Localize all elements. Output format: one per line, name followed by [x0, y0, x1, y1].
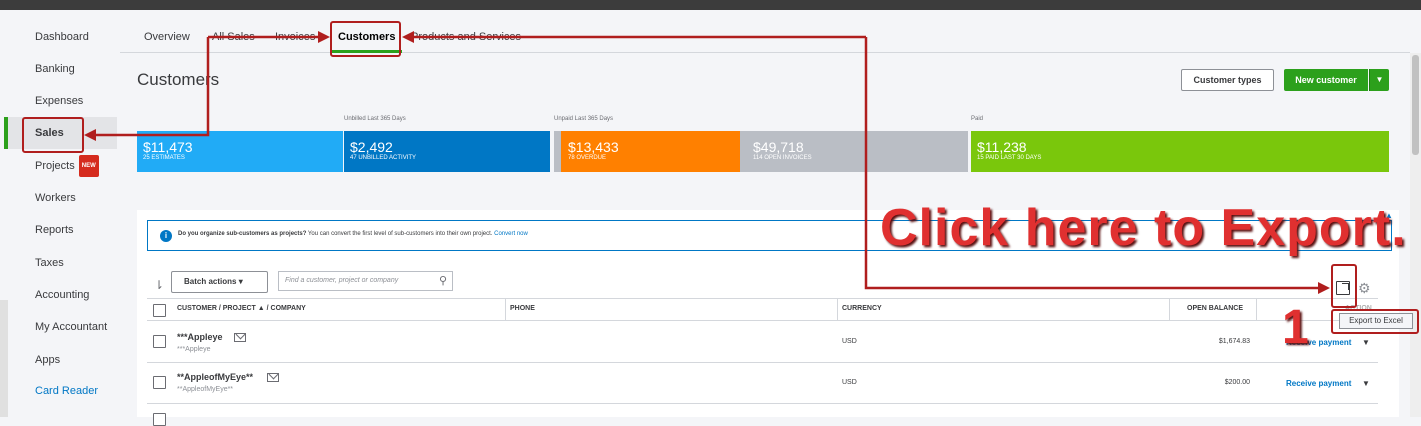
arrowhead-customers-right: [402, 31, 414, 43]
arrow-to-sales: [92, 37, 210, 137]
arrowhead-customers: [318, 31, 330, 43]
step-number: 1: [1282, 301, 1309, 354]
export-callout-text: Click here to Export.: [880, 199, 1407, 257]
arrowhead-sales: [84, 129, 96, 141]
arrowhead-export: [1318, 282, 1330, 294]
